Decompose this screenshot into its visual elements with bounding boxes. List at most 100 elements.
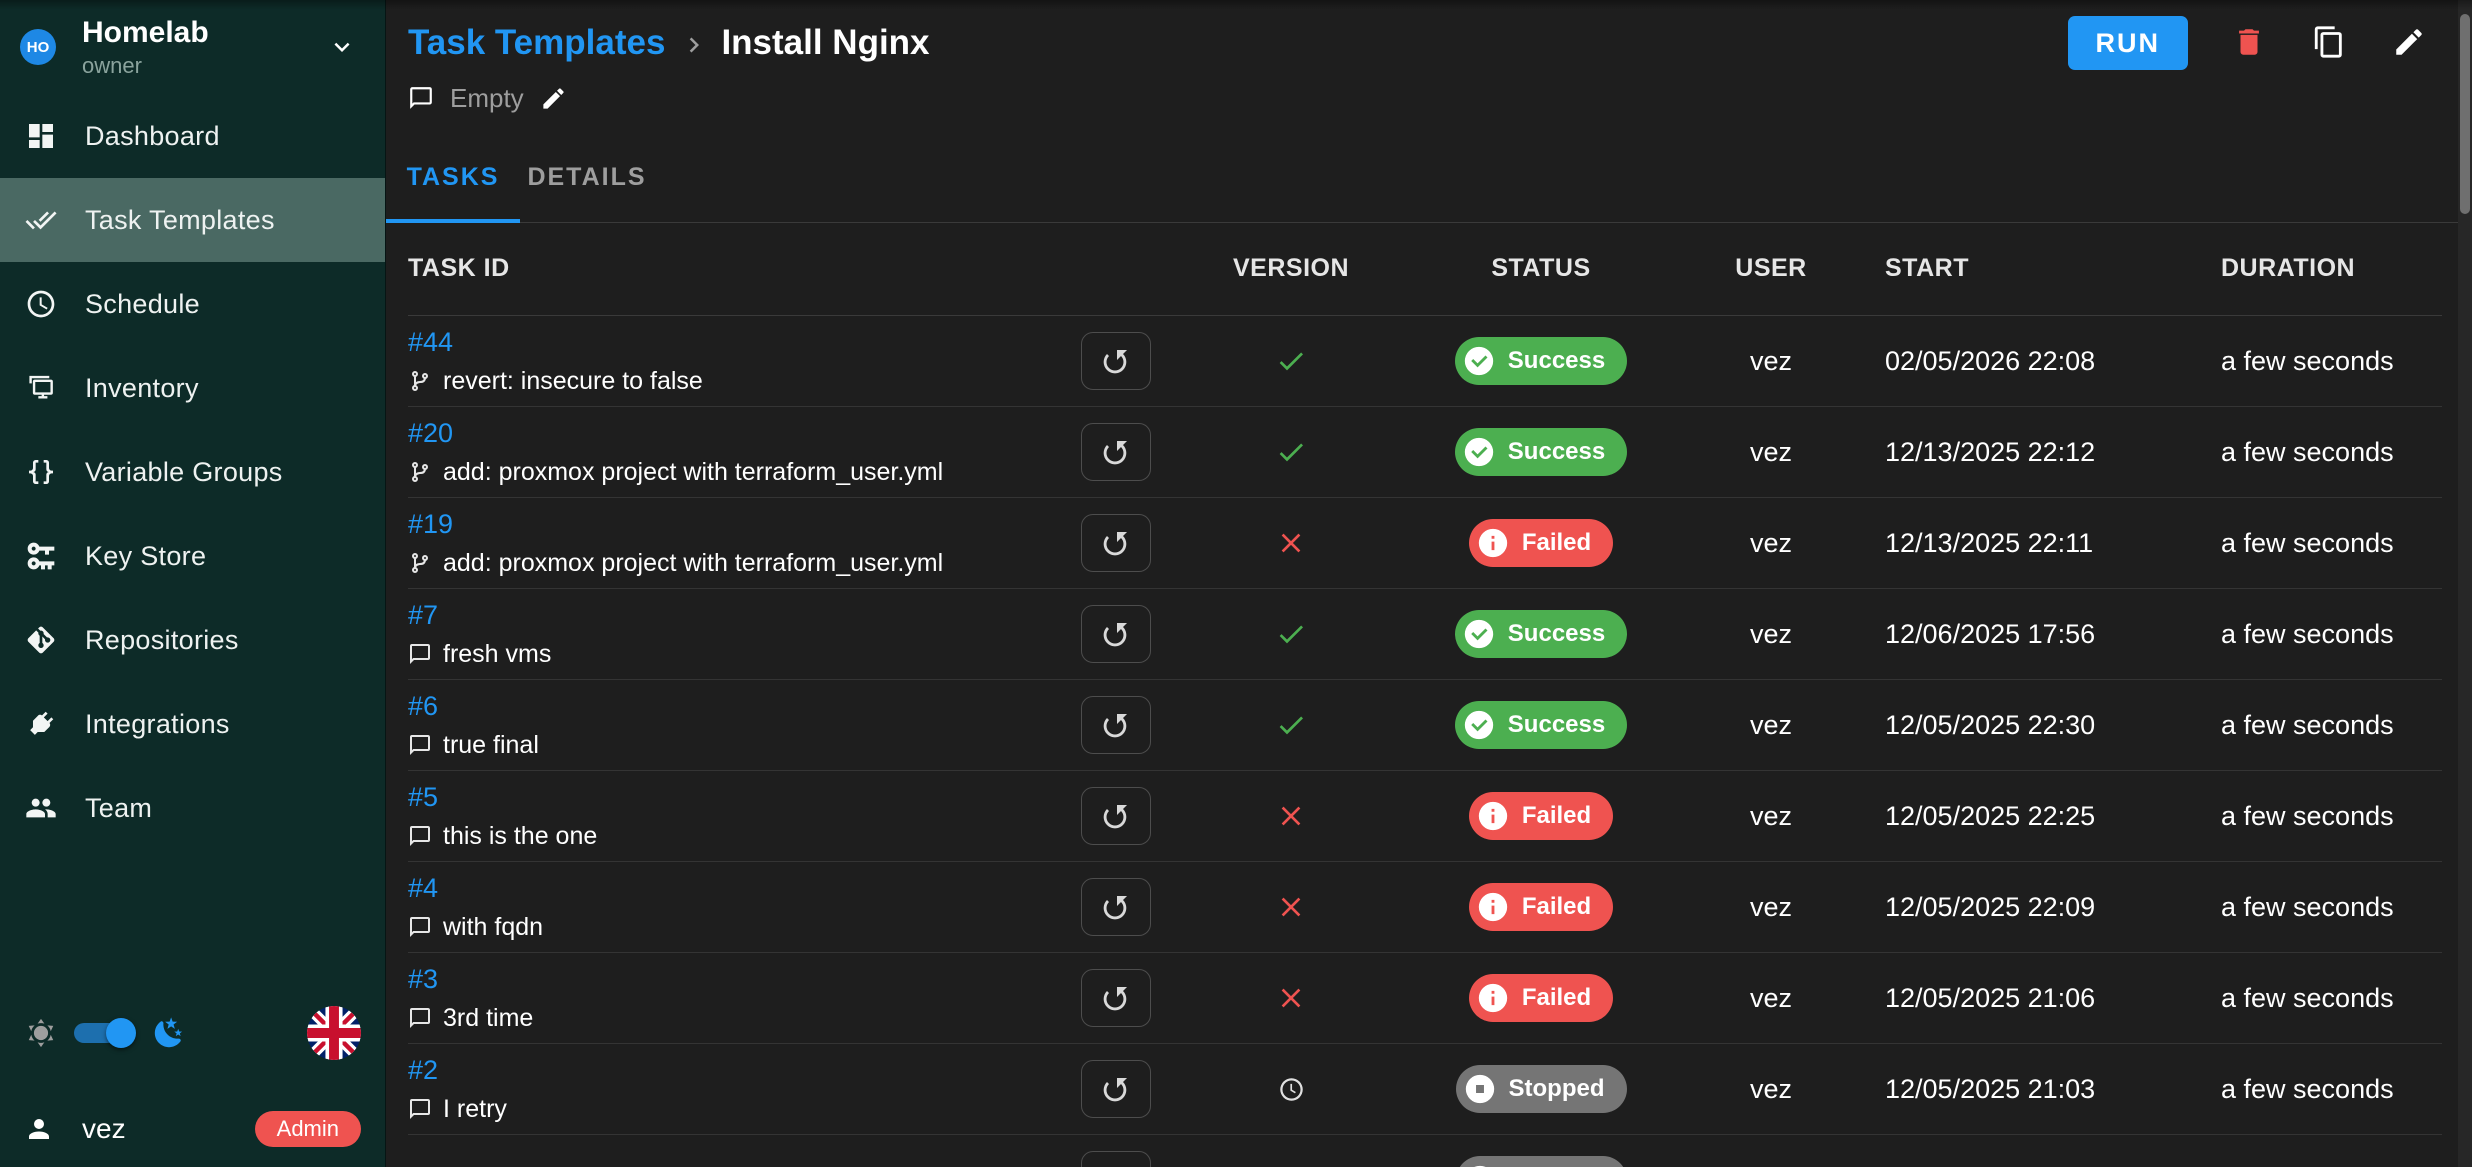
task-user: vez	[1681, 1074, 1861, 1105]
edit-template-button[interactable]	[2392, 25, 2428, 61]
trash-icon	[2232, 25, 2266, 59]
task-message-text: fresh vms	[443, 640, 551, 669]
status-badge: Success	[1455, 337, 1627, 385]
table-row: #4with fqdnFailedvez12/05/2025 22:09a fe…	[408, 862, 2442, 953]
scrollbar-track[interactable]	[2458, 0, 2472, 1167]
copy-template-button[interactable]	[2312, 25, 2348, 61]
task-message: fresh vms	[408, 640, 1051, 669]
status-success-icon	[1462, 617, 1496, 651]
sidebar-item-inventory[interactable]: Inventory	[0, 346, 385, 430]
rerun-task-button[interactable]	[1081, 1060, 1151, 1118]
dark-mode-toggle[interactable]	[74, 1023, 132, 1043]
task-duration: a few seconds	[2191, 983, 2442, 1014]
rerun-task-button[interactable]	[1081, 1151, 1151, 1167]
task-user: vez	[1681, 983, 1861, 1014]
task-id-link[interactable]: #20	[408, 418, 453, 449]
sidebar-item-label: Dashboard	[85, 121, 220, 152]
edit-description-icon[interactable]	[540, 85, 567, 112]
table-row: #6true finalSuccessvez12/05/2025 22:30a …	[408, 680, 2442, 771]
col-version: VERSION	[1181, 254, 1401, 283]
sidebar-bottom: vez Admin	[0, 1005, 385, 1167]
run-button[interactable]: RUN	[2068, 16, 2189, 70]
sidebar-item-label: Variable Groups	[85, 457, 283, 488]
rerun-task-button[interactable]	[1081, 878, 1151, 936]
sidebar-item-dashboard[interactable]: Dashboard	[0, 94, 385, 178]
table-row: #19add: proxmox project with terraform_u…	[408, 498, 2442, 589]
sidebar-item-team[interactable]: Team	[0, 766, 385, 850]
sidebar-item-integrations[interactable]: Integrations	[0, 682, 385, 766]
task-user: vez	[1681, 619, 1861, 650]
sidebar-item-task-templates[interactable]: Task Templates	[0, 178, 385, 262]
template-description: Empty	[450, 83, 524, 114]
task-id-link[interactable]: #6	[408, 691, 438, 722]
rerun-task-button[interactable]	[1081, 332, 1151, 390]
sidebar-item-label: Key Store	[85, 541, 206, 572]
status-badge: Failed	[1469, 792, 1613, 840]
task-message: add: proxmox project with terraform_user…	[408, 458, 1051, 487]
source-branch-icon	[408, 460, 432, 484]
task-id-link[interactable]: #19	[408, 509, 453, 540]
template-actions: RUN	[2068, 16, 2429, 70]
dashboard-icon	[25, 120, 57, 152]
copy-icon	[2312, 25, 2346, 59]
task-id-link[interactable]: #2	[408, 1055, 438, 1086]
task-id-link[interactable]: #4	[408, 873, 438, 904]
status-badge: Failed	[1469, 519, 1613, 567]
sidebar-item-schedule[interactable]: Schedule	[0, 262, 385, 346]
user-row[interactable]: vez Admin	[0, 1101, 385, 1157]
task-id-link[interactable]: #5	[408, 782, 438, 813]
version-cross-icon	[1275, 527, 1307, 559]
task-start: 12/05/2025 21:06	[1861, 983, 2191, 1014]
status-stopped-icon	[1463, 1072, 1497, 1106]
rerun-cell	[1051, 969, 1181, 1027]
sidebar-item-repositories[interactable]: Repositories	[0, 598, 385, 682]
task-id-link[interactable]: #3	[408, 964, 438, 995]
task-message: revert: insecure to false	[408, 367, 1051, 396]
rerun-cell	[1051, 878, 1181, 936]
status-failed-icon	[1476, 526, 1510, 560]
tab-details[interactable]: DETAILS	[520, 132, 654, 222]
app-window: HO Homelab owner Dashboard Task Templates…	[0, 0, 2472, 1167]
task-history-table: TASK ID VERSION STATUS USER START DURATI…	[386, 222, 2458, 1167]
task-user: vez	[1681, 346, 1861, 377]
delete-template-button[interactable]	[2232, 25, 2268, 61]
version-cross-icon	[1275, 800, 1307, 832]
sidebar-item-label: Team	[85, 793, 152, 824]
version-cell	[1181, 891, 1401, 923]
variable-groups-icon	[25, 456, 57, 488]
status-badge: Success	[1455, 701, 1627, 749]
status-failed-icon	[1476, 981, 1510, 1015]
version-cell	[1181, 527, 1401, 559]
project-name: Homelab	[82, 16, 209, 51]
message-bubble-icon	[408, 642, 432, 666]
source-branch-icon	[408, 551, 432, 575]
scrollbar-thumb[interactable]	[2460, 14, 2470, 214]
task-id-link[interactable]: #44	[408, 327, 453, 358]
rerun-cell	[1051, 787, 1181, 845]
rerun-task-button[interactable]	[1081, 514, 1151, 572]
col-task-id: TASK ID	[408, 254, 1051, 283]
status-cell: Stopped	[1401, 1156, 1681, 1167]
status-badge: Failed	[1469, 974, 1613, 1022]
project-selector[interactable]: HO Homelab owner	[0, 0, 385, 94]
uk-flag-icon[interactable]	[307, 1006, 361, 1060]
task-user: vez	[1681, 528, 1861, 559]
tab-tasks[interactable]: TASKS	[386, 132, 520, 222]
rerun-task-button[interactable]	[1081, 605, 1151, 663]
table-row: #20 add: proxmox project with terraform_u…	[408, 407, 2442, 498]
sidebar-item-variable-groups[interactable]: Variable Groups	[0, 430, 385, 514]
version-cell	[1181, 436, 1401, 468]
admin-badge: Admin	[255, 1111, 361, 1147]
status-cell: Failed	[1401, 792, 1681, 840]
breadcrumb-parent-link[interactable]: Task Templates	[408, 23, 665, 63]
sidebar-item-label: Task Templates	[85, 205, 275, 236]
task-templates-icon	[25, 204, 57, 236]
template-description-row: Empty	[408, 80, 567, 116]
sidebar-item-key-store[interactable]: Key Store	[0, 514, 385, 598]
rerun-task-button[interactable]	[1081, 969, 1151, 1027]
rerun-task-button[interactable]	[1081, 787, 1151, 845]
rerun-task-button[interactable]	[1081, 696, 1151, 754]
task-id-link[interactable]: #7	[408, 600, 438, 631]
rerun-task-button[interactable]	[1081, 423, 1151, 481]
table-row: #33rd timeFailedvez12/05/2025 21:06a few…	[408, 953, 2442, 1044]
